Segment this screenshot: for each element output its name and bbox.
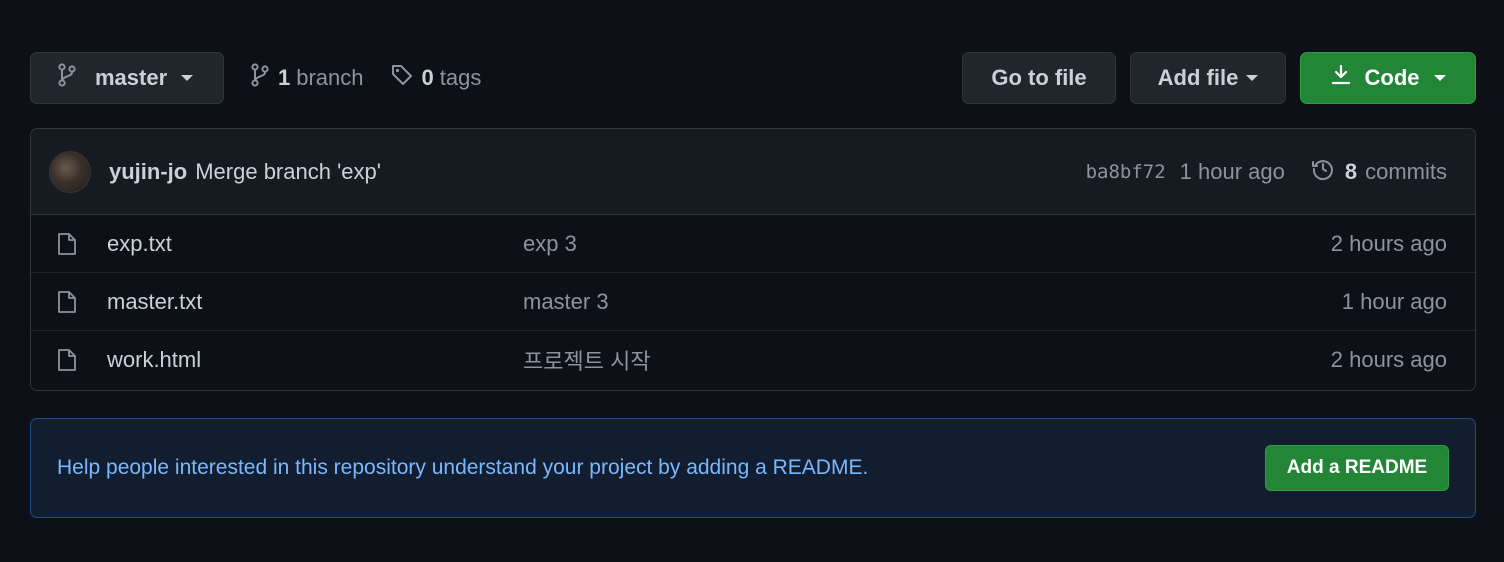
file-commit-message[interactable]: exp 3 — [523, 231, 1331, 257]
download-icon — [1331, 64, 1351, 92]
commits-count: 8 — [1344, 158, 1358, 184]
readme-prompt-text: Help people interested in this repositor… — [57, 456, 869, 479]
file-commit-time: 2 hours ago — [1330, 230, 1447, 256]
go-to-file-button[interactable]: Go to file — [962, 52, 1116, 104]
tags-count: 0 — [421, 65, 434, 90]
commit-time: 1 hour ago — [1179, 158, 1285, 184]
file-row: master.txt master 3 1 hour ago — [31, 273, 1475, 331]
history-icon — [1311, 157, 1335, 187]
git-branch-icon — [250, 63, 270, 93]
readme-prompt: Help people interested in this repositor… — [30, 418, 1476, 518]
file-list: yujin-jo Merge branch 'exp' ba8bf72 1 ho… — [30, 128, 1476, 391]
file-icon — [57, 348, 81, 372]
chevron-down-icon — [181, 75, 194, 81]
branch-selector-button[interactable]: master — [30, 52, 224, 104]
file-commit-message[interactable]: master 3 — [523, 289, 1342, 315]
commit-message[interactable]: Merge branch 'exp' — [195, 159, 381, 185]
commits-label: commits — [1365, 158, 1447, 184]
avatar[interactable] — [49, 150, 91, 193]
add-file-button[interactable]: Add file — [1130, 52, 1286, 104]
code-button[interactable]: Code — [1300, 52, 1476, 104]
code-label: Code — [1364, 65, 1420, 90]
branches-count: 1 — [278, 65, 291, 90]
add-file-label: Add file — [1157, 65, 1239, 90]
file-name[interactable]: work.html — [107, 347, 523, 373]
git-branch-icon — [57, 63, 77, 93]
commits-history-link[interactable]: 8 commits — [1311, 157, 1447, 187]
branch-selector-label: master — [95, 65, 168, 90]
file-commit-time: 2 hours ago — [1330, 347, 1447, 372]
file-name[interactable]: exp.txt — [107, 231, 523, 257]
tags-label: tags — [439, 65, 482, 90]
add-readme-button[interactable]: Add a README — [1265, 445, 1449, 491]
file-commit-time: 1 hour ago — [1341, 288, 1447, 314]
tags-link[interactable]: 0 tags — [390, 63, 482, 93]
file-icon — [57, 290, 81, 314]
chevron-down-icon — [1433, 75, 1446, 81]
file-commit-message[interactable]: 프로젝트 시작 — [523, 344, 1331, 376]
chevron-down-icon — [1246, 75, 1259, 81]
commit-author[interactable]: yujin-jo — [109, 159, 187, 185]
file-row: work.html 프로젝트 시작 2 hours ago — [31, 331, 1475, 389]
branches-link[interactable]: 1 branch — [250, 63, 364, 93]
repo-toolbar: master 1 branch 0 tags Go to file Add fi… — [30, 52, 1476, 104]
latest-commit-bar: yujin-jo Merge branch 'exp' ba8bf72 1 ho… — [31, 129, 1475, 215]
tag-icon — [390, 63, 414, 93]
file-name[interactable]: master.txt — [107, 289, 523, 315]
file-icon — [57, 232, 81, 256]
file-row: exp.txt exp 3 2 hours ago — [31, 215, 1475, 273]
branches-label: branch — [296, 65, 364, 90]
commit-sha[interactable]: ba8bf72 — [1086, 161, 1166, 183]
